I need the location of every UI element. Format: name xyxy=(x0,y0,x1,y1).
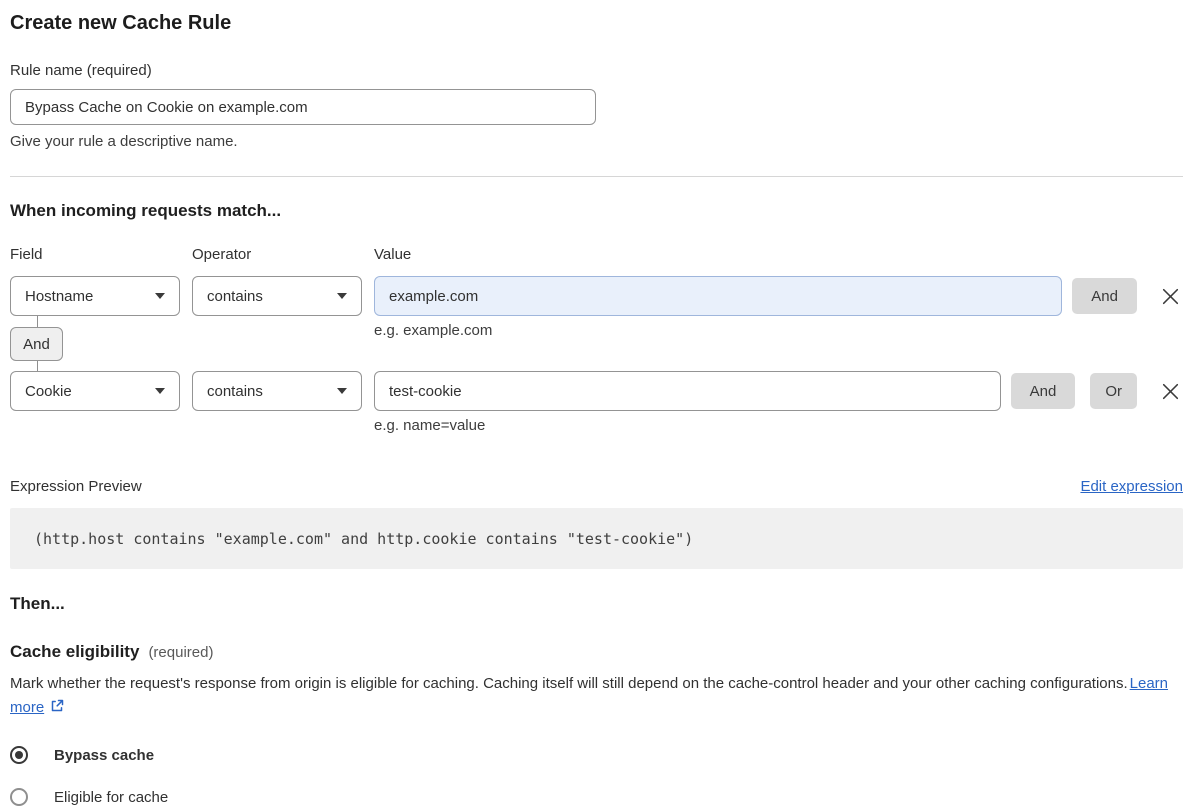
radio-option-eligible-for-cache[interactable]: Eligible for cache xyxy=(10,788,1183,806)
chevron-down-icon xyxy=(155,388,165,394)
close-icon xyxy=(1162,288,1178,304)
expression-code: (http.host contains "example.com" and ht… xyxy=(34,529,694,548)
external-link-icon xyxy=(51,699,64,712)
chevron-down-icon xyxy=(337,388,347,394)
condition-row: Cookie contains And Or xyxy=(10,371,1183,411)
rule-name-label: Rule name (required) xyxy=(10,62,152,79)
add-and-button-row1[interactable]: And xyxy=(1072,278,1137,314)
radio-option-bypass-cache[interactable]: Bypass cache xyxy=(10,746,1183,764)
chevron-down-icon xyxy=(337,293,347,299)
value-input-row2[interactable] xyxy=(374,371,1001,411)
field-select-row1[interactable]: Hostname xyxy=(10,276,180,316)
connector-and-button[interactable]: And xyxy=(10,327,63,361)
field-select-row1-value: Hostname xyxy=(25,287,94,305)
cache-eligibility-heading: Cache eligibility xyxy=(10,642,140,661)
page-title: Create new Cache Rule xyxy=(10,12,232,34)
operator-column-label: Operator xyxy=(192,246,252,263)
cache-eligibility-heading-row: Cache eligibility (required) xyxy=(10,642,1183,662)
remove-condition-button-row1[interactable] xyxy=(1157,283,1183,309)
then-heading: Then... xyxy=(10,594,65,613)
radio-label: Eligible for cache xyxy=(54,788,169,806)
match-heading: When incoming requests match... xyxy=(10,201,282,220)
operator-select-row1[interactable]: contains xyxy=(192,276,362,316)
field-select-row2[interactable]: Cookie xyxy=(10,371,180,411)
description-text: Mark whether the request's response from… xyxy=(10,675,1128,692)
rule-name-help: Give your rule a descriptive name. xyxy=(10,133,238,150)
value-hint-row2: e.g. name=value xyxy=(374,417,486,434)
value-input-row1[interactable] xyxy=(374,276,1063,316)
chevron-down-icon xyxy=(155,293,165,299)
field-select-row2-value: Cookie xyxy=(25,382,72,400)
add-and-button-row2[interactable]: And xyxy=(1010,373,1076,409)
rule-name-input[interactable] xyxy=(10,89,596,125)
connector: And xyxy=(10,316,63,371)
radio-selected-icon xyxy=(10,746,28,764)
create-cache-rule-form: Create new Cache Rule Rule name (require… xyxy=(0,0,1200,806)
condition-row: Hostname contains And xyxy=(10,276,1183,316)
condition-column-labels: Field Operator Value xyxy=(10,246,1183,263)
edit-expression-link[interactable]: Edit expression xyxy=(1080,478,1183,495)
add-or-button-row2[interactable]: Or xyxy=(1090,373,1137,409)
remove-condition-button-row2[interactable] xyxy=(1157,378,1183,404)
expression-code-block: (http.host contains "example.com" and ht… xyxy=(10,508,1183,569)
radio-dot xyxy=(15,751,23,759)
radio-unselected-icon xyxy=(10,788,28,806)
cache-eligibility-description: Mark whether the request's response from… xyxy=(10,672,1183,720)
operator-select-row2[interactable]: contains xyxy=(192,371,362,411)
expression-preview-label: Expression Preview xyxy=(10,478,142,495)
connector-line xyxy=(37,316,38,327)
required-note: (required) xyxy=(148,644,214,661)
expression-preview-header: Expression Preview Edit expression xyxy=(10,478,1183,495)
close-icon xyxy=(1162,383,1178,399)
value-column-label: Value xyxy=(374,246,412,263)
value-hint-row1: e.g. example.com xyxy=(374,322,493,339)
row-connector-area: And e.g. example.com xyxy=(10,316,1183,371)
radio-label: Bypass cache xyxy=(54,746,155,764)
section-divider xyxy=(10,176,1183,177)
operator-select-row1-value: contains xyxy=(207,287,263,305)
field-column-label: Field xyxy=(10,246,43,263)
connector-line xyxy=(37,361,38,371)
operator-select-row2-value: contains xyxy=(207,382,263,400)
